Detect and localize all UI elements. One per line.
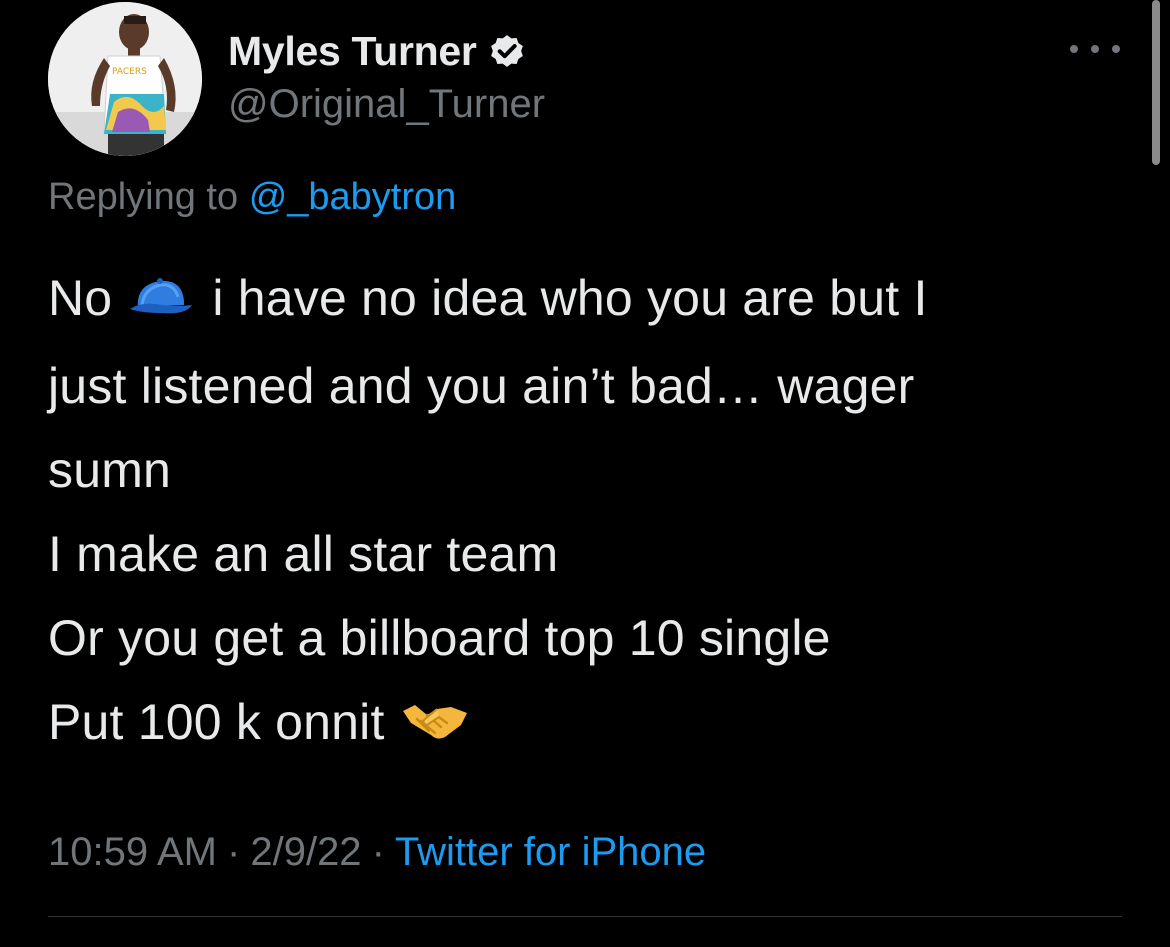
reply-mention-link[interactable]: @_babytron	[249, 176, 457, 218]
meta-separator: ·	[227, 830, 241, 874]
tweet-line-2: just listened and you ain’t bad… wager	[48, 357, 915, 414]
tweet-date[interactable]: 2/9/22	[250, 830, 361, 874]
handle[interactable]: @Original_Turner	[228, 82, 545, 127]
tweet-line-5: Or you get a billboard top 10 single	[48, 609, 831, 666]
avatar-image: PACERS	[48, 2, 202, 156]
tweet-line-1-end: i have no idea who you are but I	[212, 270, 928, 326]
tweet-text: No i have no idea who you are but I just…	[48, 256, 1138, 768]
author-name-row: Myles Turner	[228, 26, 527, 76]
display-name[interactable]: Myles Turner	[228, 28, 477, 75]
tweet-line-1: No i have no idea who you are but I	[48, 256, 1138, 344]
tweet-line-6: Put 100 k onnit	[48, 680, 1138, 768]
avatar[interactable]: PACERS	[48, 2, 202, 156]
tweet-line-4: I make an all star team	[48, 525, 559, 582]
verified-badge-icon	[487, 31, 527, 71]
replying-to: Replying to @_babytron	[48, 176, 456, 219]
divider	[48, 916, 1122, 917]
blue-cap-icon	[128, 260, 194, 344]
handshake-icon	[401, 684, 469, 768]
scrollbar[interactable]	[1152, 0, 1160, 165]
tweet: PACERS Myles Turner @Original_Turner Rep…	[0, 0, 1170, 947]
svg-text:PACERS: PACERS	[112, 67, 147, 77]
tweet-meta: 10:59 AM · 2/9/22 · Twitter for iPhone	[48, 830, 706, 875]
tweet-line-6-text: Put 100 k onnit	[48, 693, 385, 750]
tweet-time[interactable]: 10:59 AM	[48, 830, 217, 874]
meta-separator-2: ·	[371, 830, 385, 874]
more-options-icon[interactable]	[1070, 36, 1120, 62]
tweet-line-3: sumn	[48, 441, 172, 498]
replying-prefix: Replying to	[48, 176, 239, 218]
tweet-source-link[interactable]: Twitter for iPhone	[395, 830, 706, 874]
tweet-line-1-start: No	[48, 270, 113, 326]
